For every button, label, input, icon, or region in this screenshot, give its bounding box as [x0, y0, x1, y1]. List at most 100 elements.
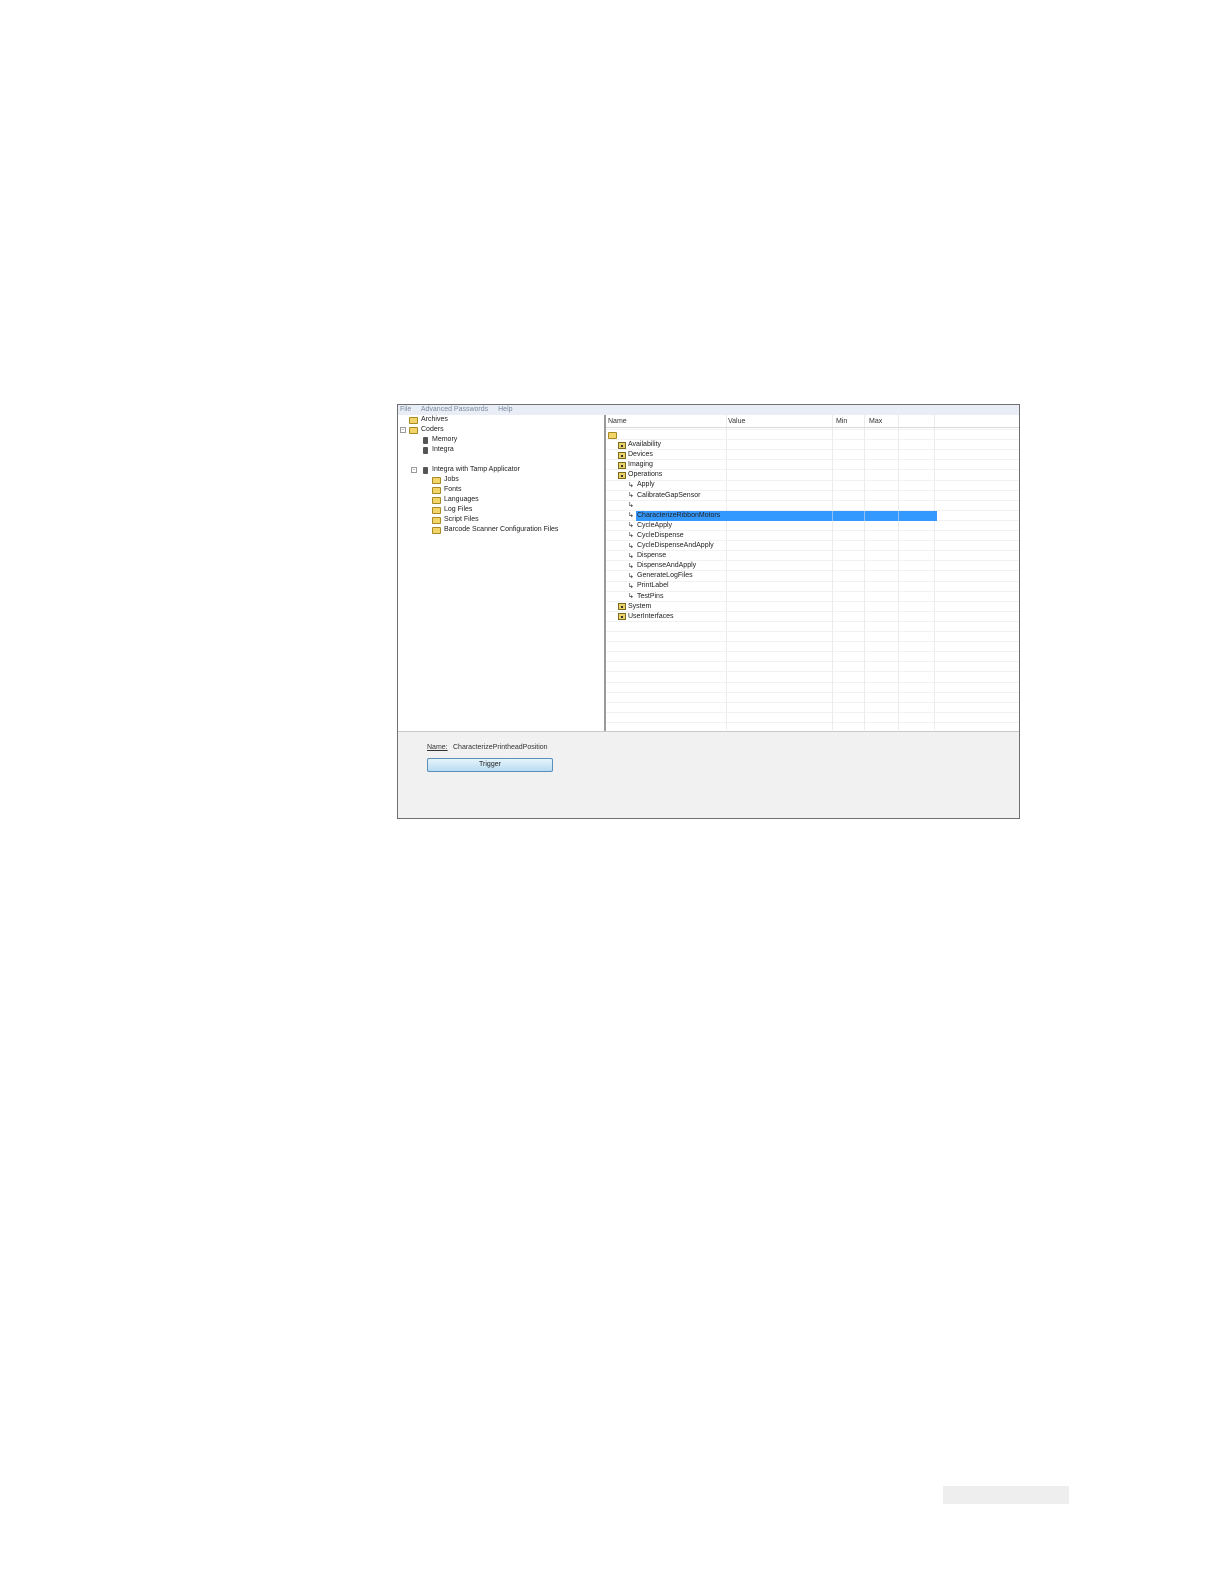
collapse-icon[interactable]: −	[400, 427, 406, 433]
grid-item-label: PrintLabel	[637, 582, 669, 590]
grid-header: Name Value Min Max	[606, 415, 1019, 428]
tree-item-label: Fonts	[444, 486, 462, 493]
folder-icon	[409, 426, 418, 434]
grid-group-node[interactable]: Availability	[618, 440, 661, 450]
device-icon	[423, 446, 428, 454]
grid-operation-item-selected[interactable]: ↳ CharacterizePrintheadPosition	[628, 501, 732, 511]
folder-icon	[432, 526, 441, 534]
grid-operation-item[interactable]: ↳ CycleDispense	[628, 531, 684, 541]
grid-row-line	[606, 671, 1019, 673]
node-icon	[618, 441, 626, 449]
grid-operation-item[interactable]: ↳ CycleApply	[628, 521, 672, 531]
grid-item-label: Imaging	[628, 461, 653, 469]
operation-icon: ↳	[628, 532, 634, 540]
grid-item-label: System	[628, 602, 652, 610]
grid-row-line	[606, 469, 1019, 471]
column-max[interactable]: Max	[869, 415, 882, 429]
node-icon	[618, 613, 626, 621]
grid-divider	[898, 415, 899, 730]
grid-item-label: UserInterfaces	[628, 612, 674, 620]
grid-item-label: Operations	[628, 471, 663, 479]
tree-item-memory[interactable]: Memory	[423, 435, 457, 445]
menu-help[interactable]: Help	[498, 406, 512, 413]
operation-icon: ↳	[628, 522, 634, 530]
grid-group-node[interactable]: Imaging	[618, 460, 653, 470]
grid-item-label: Dispense	[637, 552, 667, 560]
grid-divider	[934, 415, 935, 730]
operation-icon: ↳	[628, 492, 634, 499]
grid-item-label: CycleApply	[637, 521, 673, 529]
operation-icon: ↳	[628, 562, 634, 570]
grid-operation-item[interactable]: ↳ Apply	[628, 480, 655, 490]
grid-operation-item[interactable]: ↳ DispenseAndApply	[628, 561, 696, 571]
grid-operation-item[interactable]: ↳ CharacterizeRibbonMotors	[628, 511, 720, 521]
grid-row-line	[606, 641, 1019, 643]
tree-item-label: Jobs	[444, 476, 459, 483]
grid-operation-item[interactable]: ↳ PrintLabel	[628, 581, 669, 591]
grid-row-line	[606, 449, 1019, 451]
collapse-icon[interactable]: −	[411, 467, 417, 473]
grid-item-label: TestPins	[637, 592, 664, 600]
tree-item-barcode-config[interactable]: Barcode Scanner Configuration Files	[432, 525, 558, 535]
grid-operation-item[interactable]: ↳ CalibrateGapSensor	[628, 491, 700, 501]
grid-operation-item[interactable]: ↳ TestPins	[628, 592, 663, 602]
node-icon	[618, 603, 626, 611]
device-icon	[423, 436, 428, 444]
menu-bar: File Advanced Passwords Help	[398, 405, 1019, 415]
tree-item-label: Coders	[421, 426, 444, 433]
folder-icon	[432, 476, 441, 484]
operation-icon: ↳	[628, 593, 634, 600]
grid-item-label: DispenseAndApply	[637, 562, 697, 570]
grid-group-node[interactable]: System	[618, 602, 651, 612]
grid-operation-item[interactable]: ↳ Dispense	[628, 551, 666, 561]
operation-icon: ↳	[628, 502, 634, 510]
column-value[interactable]: Value	[728, 415, 745, 429]
grid-row-line	[606, 711, 1019, 713]
menu-advanced-passwords[interactable]: Advanced Passwords	[421, 406, 488, 413]
grid-divider	[726, 415, 727, 730]
tree-item-label: Memory	[432, 436, 458, 443]
grid-item-label: Availability	[628, 441, 661, 448]
grid-operation-item[interactable]: ↳ CycleDispenseAndApply	[628, 541, 714, 551]
grid-item-label: CharacterizePrintheadPosition	[637, 501, 732, 509]
device-tree: Archives − Coders Memory Integra − Integ…	[398, 415, 604, 730]
grid-group-node[interactable]: Operations	[618, 470, 662, 480]
grid-row-line	[606, 439, 1019, 441]
grid-divider	[864, 415, 865, 730]
grid-group-node[interactable]: Devices	[618, 450, 653, 460]
column-name[interactable]: Name	[608, 415, 627, 429]
column-min[interactable]: Min	[836, 415, 847, 429]
grid-group-node[interactable]: UserInterfaces	[618, 612, 674, 622]
menu-file[interactable]: File	[400, 406, 411, 413]
tree-item-coders[interactable]: Coders	[409, 425, 444, 435]
tree-item-languages[interactable]: Languages	[432, 495, 479, 505]
grid-item-label: CycleDispenseAndApply	[637, 542, 714, 549]
tree-item-script-files[interactable]: Script Files	[432, 515, 479, 525]
grid-item-label: CalibrateGapSensor	[637, 491, 701, 499]
grid-divider	[832, 511, 833, 521]
name-value: CharacterizePrintheadPosition	[453, 744, 548, 751]
grid-item-label: GenerateLogFiles	[637, 572, 693, 580]
tree-item-integra-tamp[interactable]: Integra with Tamp Applicator	[423, 465, 520, 475]
property-grid: Name Value Min Max Availability Devices Im…	[606, 415, 1019, 730]
tree-item-integra[interactable]: Integra	[423, 445, 454, 455]
grid-item-label: CharacterizeRibbonMotors	[637, 511, 721, 519]
node-icon	[618, 471, 626, 479]
grid-row-line	[606, 691, 1019, 693]
footer-bar	[943, 1486, 1069, 1504]
node-icon	[618, 461, 626, 469]
grid-item-label: CycleDispense	[637, 531, 684, 539]
grid-row-line	[606, 661, 1019, 663]
grid-row-line	[606, 459, 1019, 461]
tree-item-archives[interactable]: Archives	[409, 415, 448, 425]
grid-root-node[interactable]	[608, 430, 620, 440]
tree-item-label: Log Files	[444, 506, 473, 513]
trigger-button[interactable]: Trigger	[427, 758, 553, 772]
operation-icon: ↳	[628, 582, 634, 590]
tree-item-log-files[interactable]: Log Files	[432, 505, 472, 515]
tree-item-jobs[interactable]: Jobs	[432, 475, 459, 485]
folder-icon	[432, 506, 441, 514]
tree-item-fonts[interactable]: Fonts	[432, 485, 462, 495]
grid-operation-item[interactable]: ↳ GenerateLogFiles	[628, 571, 693, 581]
grid-row-line	[606, 479, 1019, 481]
